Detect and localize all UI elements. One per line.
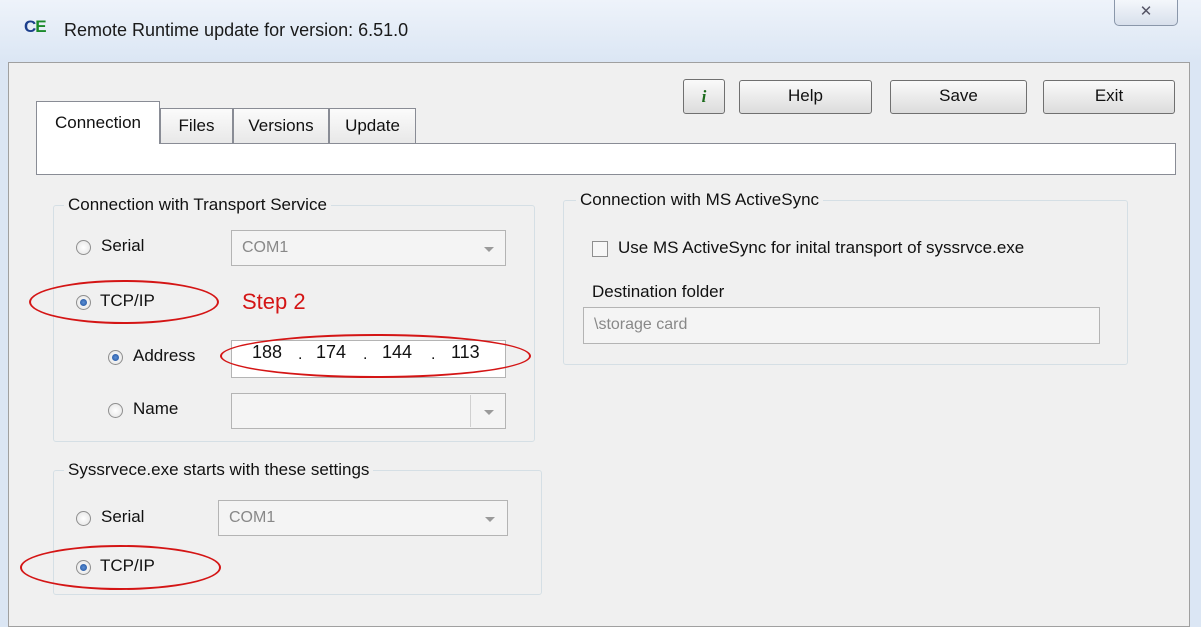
info-button[interactable]: i bbox=[683, 79, 725, 114]
sysservice-serial-radio[interactable] bbox=[76, 511, 91, 526]
activesync-checkbox[interactable] bbox=[592, 241, 608, 257]
sysservice-group-title: Syssrvece.exe starts with these settings bbox=[64, 460, 374, 480]
sysservice-serial-label: Serial bbox=[101, 507, 145, 526]
address-radio[interactable] bbox=[108, 350, 123, 365]
name-label: Name bbox=[133, 399, 179, 418]
exit-button[interactable]: Exit bbox=[1043, 80, 1175, 114]
tab-files[interactable]: Files bbox=[160, 108, 233, 143]
transport-serial-label: Serial bbox=[101, 236, 145, 255]
tab-versions[interactable]: Versions bbox=[233, 108, 329, 143]
save-button[interactable]: Save bbox=[890, 80, 1027, 114]
combo-divider bbox=[470, 395, 471, 427]
app-ce-icon: CE bbox=[24, 17, 47, 36]
close-button[interactable]: ✕ bbox=[1114, 0, 1178, 26]
annotation-ellipse-address bbox=[220, 334, 531, 378]
destination-folder-label: Destination folder bbox=[592, 282, 725, 301]
transport-serial-combo[interactable]: COM1 bbox=[231, 230, 506, 266]
activesync-group-title: Connection with MS ActiveSync bbox=[576, 190, 824, 210]
chevron-down-icon[interactable] bbox=[484, 410, 494, 415]
sysservice-serial-combo[interactable]: COM1 bbox=[218, 500, 508, 536]
tab-connection[interactable]: Connection bbox=[36, 101, 160, 144]
annotation-step-label: Step 2 bbox=[242, 289, 306, 314]
transport-serial-radio[interactable] bbox=[76, 240, 91, 255]
tab-panel bbox=[36, 143, 1176, 175]
name-radio[interactable] bbox=[108, 403, 123, 418]
annotation-ellipse-tcpip bbox=[29, 280, 219, 324]
tab-update[interactable]: Update bbox=[329, 108, 416, 143]
window-frame-left bbox=[0, 62, 8, 627]
window-frame-right bbox=[1190, 62, 1201, 627]
address-label: Address bbox=[133, 346, 196, 365]
chevron-down-icon[interactable] bbox=[484, 247, 494, 252]
activesync-checkbox-label[interactable]: Use MS ActiveSync for inital transport o… bbox=[618, 238, 1024, 258]
chevron-down-icon[interactable] bbox=[485, 517, 495, 522]
annotation-ellipse-sysservice-tcpip bbox=[20, 545, 221, 590]
help-button[interactable]: Help bbox=[739, 80, 872, 114]
destination-folder-input[interactable]: \storage card bbox=[583, 307, 1100, 344]
transport-service-group-title: Connection with Transport Service bbox=[64, 195, 331, 215]
window-title: Remote Runtime update for version: 6.51.… bbox=[64, 20, 409, 40]
name-combo[interactable] bbox=[231, 393, 506, 429]
